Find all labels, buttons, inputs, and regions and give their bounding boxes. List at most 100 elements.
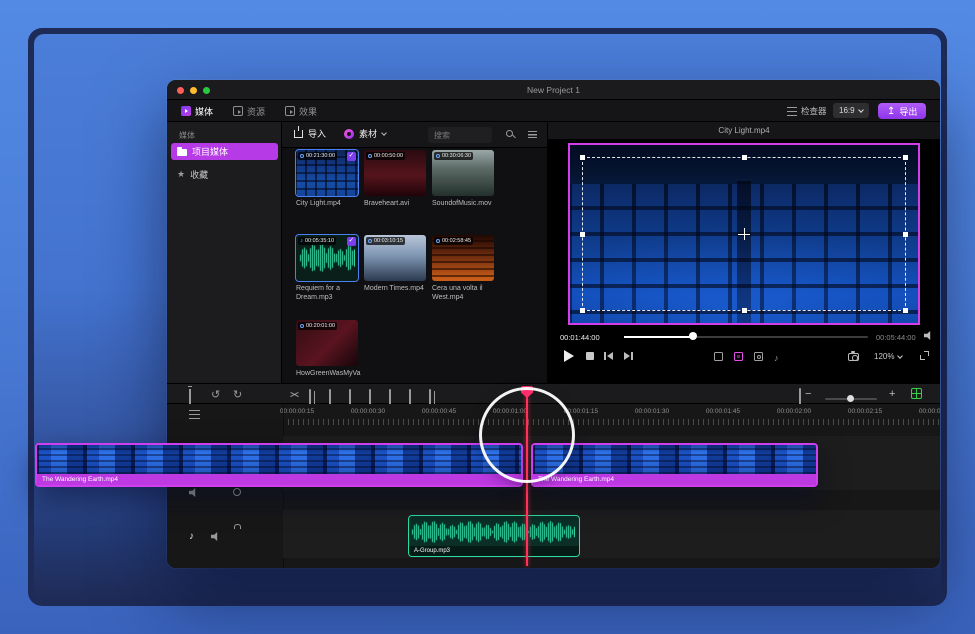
seek-bar[interactable] xyxy=(624,336,868,338)
zoom-in-icon[interactable] xyxy=(889,384,895,402)
video-track-monitor-icon[interactable] xyxy=(233,488,241,496)
auto-ripple-icon[interactable] xyxy=(911,388,922,399)
tab-media[interactable]: 媒体 xyxy=(181,104,213,118)
undo-icon[interactable] xyxy=(211,385,220,403)
chevron-down-icon xyxy=(858,107,864,113)
transform-handle[interactable] xyxy=(903,308,908,313)
star-icon xyxy=(177,169,185,180)
timeline-ruler[interactable] xyxy=(283,419,940,425)
resources-tab-icon xyxy=(233,106,243,116)
media-thumbnail[interactable]: 00:03:10:15 xyxy=(364,235,426,281)
material-dropdown[interactable]: 素材 xyxy=(344,127,386,140)
previous-frame-button[interactable] xyxy=(604,352,613,360)
search-icon[interactable] xyxy=(506,130,513,137)
transform-box[interactable] xyxy=(582,157,906,311)
media-item-name: HowGreenWasMyVa xyxy=(296,370,358,379)
titlebar: New Project 1 xyxy=(167,80,940,100)
snapshot-camera-icon[interactable] xyxy=(848,353,859,361)
media-library-panel: 导入 素材 00:21:30:00 City Light.mp4 xyxy=(282,122,548,383)
video-track-mute-icon[interactable] xyxy=(189,488,199,497)
seek-bar-played xyxy=(624,336,692,338)
manage-tracks-icon[interactable] xyxy=(189,410,200,419)
transform-handle[interactable] xyxy=(903,232,908,237)
timeline-zoom-slider[interactable] xyxy=(825,398,877,400)
center-anchor-icon[interactable] xyxy=(738,228,750,240)
crop-icon[interactable] xyxy=(714,352,723,361)
chevron-down-icon xyxy=(381,130,387,136)
export-button[interactable]: 导出 xyxy=(878,103,926,119)
seek-handle[interactable] xyxy=(689,332,697,340)
media-item-name: City Light.mp4 xyxy=(296,200,358,209)
audio-track-mute-icon[interactable] xyxy=(211,532,221,541)
import-button[interactable]: 导入 xyxy=(294,127,326,140)
media-thumbnail[interactable]: 00:20:01:00 xyxy=(296,320,358,366)
transform-handle[interactable] xyxy=(742,155,747,160)
audio-track-icon xyxy=(189,526,194,544)
selected-checkbox[interactable] xyxy=(347,237,356,246)
media-thumbnail[interactable]: 00:00:50:00 xyxy=(364,150,426,196)
inspector-label: 检查器 xyxy=(801,105,827,117)
selected-checkbox[interactable] xyxy=(347,152,356,161)
zoom-slider-handle[interactable] xyxy=(847,395,854,402)
media-item[interactable]: 00:02:58:45 Cera una volta il West.mp4 xyxy=(432,235,494,309)
media-thumbnail[interactable]: 00:30:06:30 xyxy=(432,150,494,196)
inspector-button[interactable]: 检查器 xyxy=(787,105,827,117)
media-item[interactable]: 00:21:30:00 City Light.mp4 xyxy=(296,150,358,224)
clock-icon xyxy=(436,239,440,243)
chroma-key-icon[interactable] xyxy=(754,352,763,361)
preview-video-frame[interactable] xyxy=(568,143,920,325)
media-item-name: Requiem for a Dream.mp3 xyxy=(296,285,358,303)
redo-icon[interactable] xyxy=(233,385,242,403)
tab-effects[interactable]: 效果 xyxy=(285,104,317,118)
duration-badge: 00:05:35:10 xyxy=(298,237,336,245)
media-item[interactable]: 00:05:35:10 Requiem for a Dream.mp3 xyxy=(296,235,358,309)
next-frame-button[interactable] xyxy=(624,352,633,360)
tab-effects-label: 效果 xyxy=(299,105,317,118)
preview-zoom-select[interactable]: 120% xyxy=(874,352,902,361)
audio-tool-icon[interactable] xyxy=(774,348,779,366)
top-tabbar: 媒体 资源 效果 检查器 16:9 导出 xyxy=(167,100,940,122)
duration-badge: 00:02:58:45 xyxy=(434,237,473,245)
effects-tab-icon xyxy=(285,106,295,116)
ruler-label: 00:00:01:30 xyxy=(635,408,669,415)
ruler-label: 00:00:02:00 xyxy=(777,408,811,415)
media-thumbnail[interactable]: 00:21:30:00 xyxy=(296,150,358,196)
duration-badge: 00:30:06:30 xyxy=(434,152,473,160)
media-thumbnail[interactable]: 00:02:58:45 xyxy=(432,235,494,281)
zoom-out-icon[interactable] xyxy=(805,384,811,402)
filmstrip xyxy=(37,445,521,474)
search-input[interactable] xyxy=(428,127,492,143)
volume-icon[interactable] xyxy=(924,331,934,340)
tab-resources-label: 资源 xyxy=(247,105,265,118)
sidebar-item-project-media[interactable]: 项目媒体 xyxy=(171,143,278,160)
video-clip-left[interactable]: The Wandering Earth.mp4 xyxy=(35,443,523,487)
sidebar-item-favorites[interactable]: 收藏 xyxy=(171,166,278,183)
transform-handle[interactable] xyxy=(580,232,585,237)
audio-track-lane[interactable] xyxy=(283,510,940,558)
audio-clip[interactable]: A-Group.mp3 xyxy=(408,515,580,557)
transform-handle[interactable] xyxy=(580,308,585,313)
media-thumbnail[interactable]: 00:05:35:10 xyxy=(296,235,358,281)
aspect-ratio-select[interactable]: 16:9 xyxy=(833,103,869,118)
media-sidebar: 媒体 项目媒体 收藏 xyxy=(167,122,282,383)
stop-button[interactable] xyxy=(586,352,594,360)
fullscreen-icon[interactable] xyxy=(920,351,929,360)
duration-badge: 00:03:10:15 xyxy=(366,237,405,245)
transform-handle[interactable] xyxy=(903,155,908,160)
mask-icon[interactable] xyxy=(734,352,743,361)
media-item[interactable]: 00:20:01:00 HowGreenWasMyVa xyxy=(296,320,358,383)
preview-clip-title: City Light.mp4 xyxy=(548,122,940,140)
media-item[interactable]: 00:00:50:00 Braveheart.avi xyxy=(364,150,426,224)
hero-background: New Project 1 媒体 资源 效果 检查器 16:9 xyxy=(0,0,975,634)
transform-handle[interactable] xyxy=(580,155,585,160)
play-button[interactable] xyxy=(564,350,574,362)
list-view-icon[interactable] xyxy=(528,131,537,138)
tab-resources[interactable]: 资源 xyxy=(233,104,265,118)
transform-handle[interactable] xyxy=(742,308,747,313)
media-item[interactable]: 00:30:06:30 SoundofMusic.mov xyxy=(432,150,494,224)
folder-icon xyxy=(177,149,187,156)
ruler-label: 00:00:00:45 xyxy=(422,408,456,415)
import-icon xyxy=(294,130,303,138)
media-item[interactable]: 00:03:10:15 Modern Times.mp4 xyxy=(364,235,426,309)
video-clip-right[interactable]: The Wandering Earth.mp4 xyxy=(531,443,818,487)
